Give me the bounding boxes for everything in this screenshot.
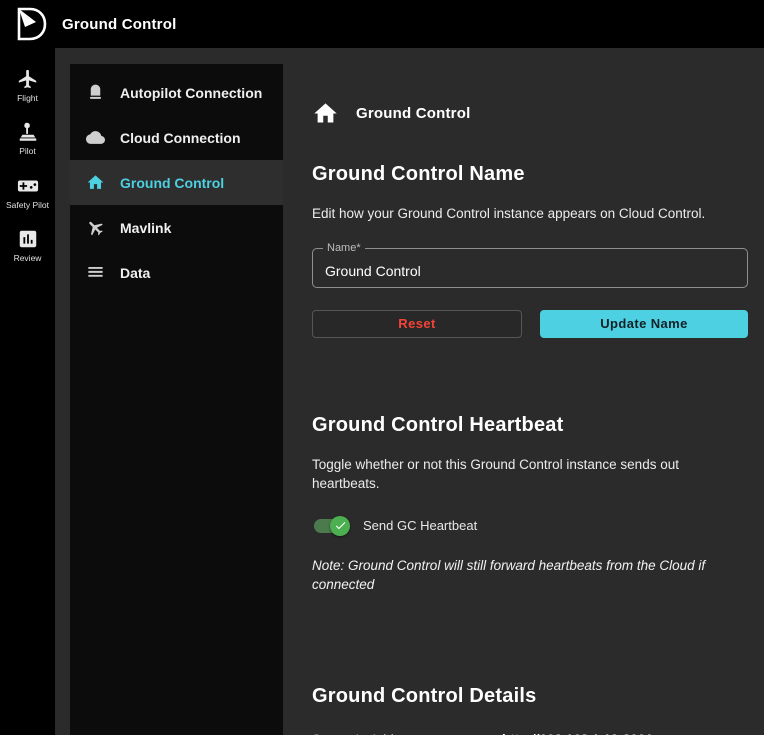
- name-actions: Reset Update Name: [312, 310, 748, 338]
- nav-item-label: Data: [120, 265, 150, 281]
- top-app-bar: Ground Control: [0, 0, 764, 48]
- page-title: Ground Control: [356, 105, 470, 122]
- nav-item-ground-control[interactable]: Ground Control: [70, 160, 283, 205]
- name-section-description: Edit how your Ground Control instance ap…: [312, 204, 748, 224]
- heartbeat-toggle-row: Send GC Heartbeat: [312, 516, 748, 536]
- rail-item-safety-pilot[interactable]: Safety Pilot: [0, 167, 55, 220]
- nav-item-cloud-connection[interactable]: Cloud Connection: [70, 115, 283, 160]
- cloud-icon: [86, 128, 105, 147]
- rail-label: Review: [14, 254, 42, 263]
- workspace: Autopilot Connection Cloud Connection Gr…: [55, 48, 764, 735]
- gamepad-icon: [17, 175, 39, 197]
- heartbeat-note: Note: Ground Control will still forward …: [312, 556, 748, 595]
- data-list-icon: [86, 263, 105, 282]
- mavlink-plane-icon: [86, 218, 105, 237]
- heartbeat-section-description: Toggle whether or not this Ground Contro…: [312, 455, 748, 494]
- home-icon: [86, 173, 105, 192]
- name-field-label: Name*: [323, 242, 365, 254]
- app-logo-icon: [12, 6, 48, 42]
- rail-label: Safety Pilot: [6, 201, 49, 210]
- rail-item-pilot[interactable]: Pilot: [0, 113, 55, 166]
- nav-item-label: Ground Control: [120, 175, 224, 191]
- nav-item-mavlink[interactable]: Mavlink: [70, 205, 283, 250]
- nav-item-label: Autopilot Connection: [120, 85, 262, 101]
- heartbeat-toggle-label: Send GC Heartbeat: [363, 518, 477, 533]
- nav-item-data[interactable]: Data: [70, 250, 283, 295]
- page-header: Ground Control: [312, 100, 748, 127]
- rail-label: Pilot: [19, 147, 36, 156]
- main-content: Ground Control Ground Control Name Edit …: [283, 64, 764, 735]
- autopilot-icon: [86, 83, 105, 102]
- settings-nav: Autopilot Connection Cloud Connection Gr…: [70, 64, 283, 735]
- reset-button[interactable]: Reset: [312, 310, 522, 338]
- name-input[interactable]: [313, 249, 747, 287]
- left-rail: Flight Pilot Safety Pilot Review: [0, 48, 55, 735]
- heartbeat-section-title: Ground Control Heartbeat: [312, 414, 748, 437]
- nav-item-autopilot-connection[interactable]: Autopilot Connection: [70, 70, 283, 115]
- flight-icon: [17, 68, 39, 90]
- check-icon: [334, 519, 347, 532]
- nav-item-label: Cloud Connection: [120, 130, 241, 146]
- home-icon: [312, 100, 339, 127]
- name-section-title: Ground Control Name: [312, 163, 748, 186]
- rail-item-review[interactable]: Review: [0, 220, 55, 273]
- heartbeat-toggle[interactable]: [312, 516, 350, 536]
- nav-item-label: Mavlink: [120, 220, 171, 236]
- review-chart-icon: [17, 228, 39, 250]
- rail-item-flight[interactable]: Flight: [0, 60, 55, 113]
- toggle-thumb: [330, 516, 350, 536]
- details-section-title: Ground Control Details: [312, 685, 748, 708]
- name-field-wrapper: Name*: [312, 248, 748, 288]
- rail-label: Flight: [17, 94, 38, 103]
- app-title: Ground Control: [62, 16, 176, 33]
- update-name-button[interactable]: Update Name: [540, 310, 748, 338]
- pilot-joystick-icon: [17, 121, 39, 143]
